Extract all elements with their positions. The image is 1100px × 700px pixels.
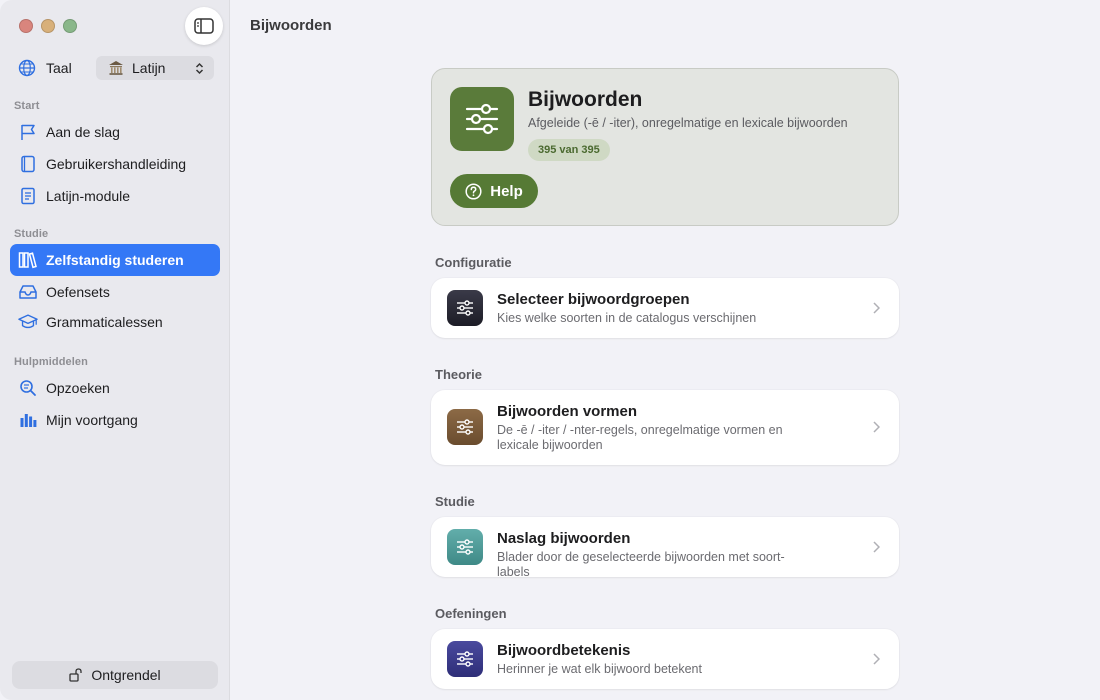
- language-row: Taal Latijn: [18, 56, 214, 80]
- hero-icon: [450, 87, 514, 151]
- globe-icon: [18, 59, 36, 77]
- sliders-icon: [457, 539, 473, 555]
- sliders-icon: [457, 419, 473, 435]
- notebook-icon: [21, 187, 35, 205]
- sidebar-item-label: Gebruikershandleiding: [46, 156, 187, 172]
- section-label-start: Start: [14, 100, 40, 112]
- sliders-icon: [465, 103, 499, 135]
- library-icon: [18, 252, 37, 269]
- card-title: Naslag bijwoorden: [497, 530, 631, 547]
- group-label-studie: Studie: [435, 494, 475, 509]
- group-label-configuratie: Configuratie: [435, 255, 512, 270]
- graduation-cap-icon: [18, 314, 38, 329]
- sidebar-item-oefensets[interactable]: Oefensets: [10, 276, 220, 308]
- hero-subtitle: Afgeleide (-ē / -iter), onregelmatige en…: [528, 116, 848, 130]
- card-icon: [447, 409, 483, 445]
- question-circle-icon: [465, 182, 482, 200]
- card-naslag-bijwoorden[interactable]: Naslag bijwoorden Blader door de geselec…: [431, 517, 899, 579]
- sliders-icon: [457, 651, 473, 667]
- sidebar-item-zelfstandig-studeren[interactable]: Zelfstandig studeren: [10, 244, 220, 276]
- sidebar-item-opzoeken[interactable]: Opzoeken: [10, 372, 220, 404]
- app-window: Taal Latijn Start Aan de slag Gebruikers…: [0, 0, 1100, 700]
- sliders-icon: [457, 300, 473, 316]
- book-icon: [21, 155, 35, 173]
- sidebar-item-latijn-module[interactable]: Latijn-module: [10, 180, 220, 212]
- language-select-value: Latijn: [132, 60, 166, 76]
- chevron-right-icon: [873, 420, 883, 434]
- sidebar-item-mijn-voortgang[interactable]: Mijn voortgang: [10, 404, 220, 436]
- chevron-right-icon: [873, 652, 883, 666]
- group-label-oefeningen: Oefeningen: [435, 606, 507, 621]
- card-title: Bijwoorden vormen: [497, 403, 638, 420]
- card-title: Selecteer bijwoordgroepen: [497, 291, 690, 308]
- page-title: Bijwoorden: [250, 17, 332, 34]
- flag-icon: [21, 124, 35, 140]
- temple-icon: [109, 61, 123, 75]
- sidebar-item-label: Zelfstandig studeren: [46, 252, 184, 268]
- close-window-button[interactable]: [19, 19, 33, 33]
- window-controls: [19, 19, 77, 33]
- sidebar-icon: [194, 18, 214, 34]
- sidebar-item-label: Mijn voortgang: [46, 412, 138, 428]
- sidebar-item-gebruikershandleiding[interactable]: Gebruikershandleiding: [10, 148, 220, 180]
- help-button[interactable]: Help: [450, 174, 538, 208]
- chevron-right-icon: [873, 301, 883, 315]
- hero-title: Bijwoorden: [528, 88, 643, 111]
- unlock-icon: [69, 668, 83, 682]
- language-select[interactable]: Latijn: [96, 56, 214, 80]
- main-content: Bijwoorden Bijwoorden Afgeleide (-ē / -i…: [231, 0, 1100, 700]
- hero-card: Bijwoorden Afgeleide (-ē / -iter), onreg…: [431, 68, 899, 226]
- zoom-window-button[interactable]: [63, 19, 77, 33]
- sidebar-item-grammaticalessen[interactable]: Grammaticalessen: [10, 306, 220, 338]
- bar-chart-icon: [20, 414, 37, 427]
- card-subtitle: Kies welke soorten in de catalogus versc…: [497, 311, 757, 325]
- sidebar-item-label: Aan de slag: [46, 124, 120, 140]
- card-subtitle: De -ē / -iter / -nter-regels, onregelmat…: [497, 423, 783, 452]
- help-button-label: Help: [490, 182, 523, 200]
- card-title: Bijwoordbetekenis: [497, 642, 631, 659]
- sidebar-item-aan-de-slag[interactable]: Aan de slag: [10, 116, 220, 148]
- sidebar-item-label: Opzoeken: [46, 380, 110, 396]
- section-label-study: Studie: [14, 228, 49, 240]
- count-badge: 395 van 395: [528, 139, 610, 161]
- sidebar-toggle-button[interactable]: [185, 7, 223, 45]
- sidebar-item-label: Grammaticalessen: [46, 314, 163, 330]
- chevron-up-down-icon: [195, 62, 204, 74]
- card-subtitle: Blader door de geselecteerde bijwoorden …: [497, 550, 785, 579]
- minimize-window-button[interactable]: [41, 19, 55, 33]
- sidebar-item-label: Oefensets: [46, 284, 110, 300]
- sidebar-item-label: Latijn-module: [46, 188, 131, 204]
- unlock-button[interactable]: Ontgrendel: [12, 661, 218, 689]
- card-selecteer-bijwoordgroepen[interactable]: Selecteer bijwoordgroepen Kies welke soo…: [431, 278, 899, 338]
- chevron-right-icon: [873, 540, 883, 554]
- group-label-theorie: Theorie: [435, 367, 482, 382]
- language-label: Taal: [46, 60, 72, 76]
- card-bijwoordbetekenis[interactable]: Bijwoordbetekenis Herinner je wat elk bi…: [431, 629, 899, 689]
- sidebar: Taal Latijn Start Aan de slag Gebruikers…: [0, 0, 230, 700]
- section-label-tools: Hulpmiddelen: [14, 356, 88, 368]
- card-icon: [447, 529, 483, 565]
- tray-icon: [19, 285, 37, 299]
- card-bijwoorden-vormen[interactable]: Bijwoorden vormen De -ē / -iter / -nter-…: [431, 390, 899, 465]
- card-subtitle: Herinner je wat elk bijwoord betekent: [497, 662, 702, 676]
- card-icon: [447, 641, 483, 677]
- card-icon: [447, 290, 483, 326]
- unlock-button-label: Ontgrendel: [91, 667, 161, 683]
- magnifier-icon: [20, 380, 36, 396]
